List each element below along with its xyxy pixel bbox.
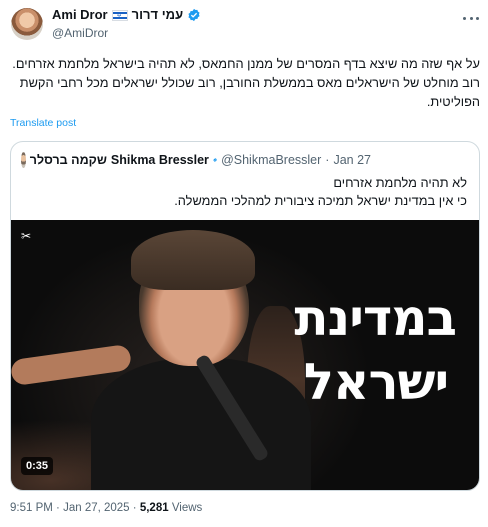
author-name-hebrew[interactable]: עמי דרור xyxy=(132,7,183,23)
quoted-text-line2: כי אין במדינת ישראל תמיכה ציבורית למהלכי… xyxy=(174,193,467,208)
video-player[interactable]: ✂ במדינת ישראל 0:35 xyxy=(11,220,479,490)
overlay-line1: במדינת xyxy=(294,289,457,347)
quoted-tweet-header: שקמה ברסלר Shikma Bressler @ShikmaBressl… xyxy=(21,151,371,169)
footer-separator: · xyxy=(56,502,60,514)
views-label: Views xyxy=(171,502,203,514)
translate-post-link[interactable]: Translate post xyxy=(10,117,76,129)
author-name[interactable]: Ami Dror xyxy=(52,7,108,23)
overlay-line2: ישראל xyxy=(303,353,449,411)
author-handle[interactable]: @AmiDror xyxy=(52,25,432,41)
quoted-date[interactable]: Jan 27 xyxy=(333,153,371,167)
tweet-date[interactable]: Jan 27, 2025 xyxy=(63,502,130,514)
israel-flag-icon: ✡ xyxy=(111,9,128,21)
quoted-author-handle[interactable]: @ShikmaBressler xyxy=(221,153,321,167)
author-info: Ami Dror ✡ עמי דרור @AmiDror xyxy=(52,7,432,41)
author-name-line[interactable]: Ami Dror ✡ עמי דרור xyxy=(52,7,432,23)
video-overlay-text: במדינת ישראל xyxy=(294,286,457,414)
video-duration: 0:35 xyxy=(21,457,54,475)
quoted-tweet-text: לא תהיה מלחמת אזרחים כי אין במדינת ישראל… xyxy=(23,174,467,210)
tweet: Ami Dror ✡ עמי דרור @AmiDror על אף שזה מ… xyxy=(0,0,488,527)
video-figure-hair xyxy=(131,230,255,290)
tweet-time[interactable]: 9:51 PM xyxy=(10,502,53,514)
tweet-footer: 9:51 PM · Jan 27, 2025 · 5,281 Views xyxy=(10,502,202,514)
verified-badge-icon xyxy=(213,158,217,162)
quoted-text-line1: לא תהיה מלחמת אזרחים xyxy=(333,175,467,190)
quoted-author-name-hebrew[interactable]: שקמה ברסלר xyxy=(30,153,107,167)
footer-separator: · xyxy=(132,502,137,514)
video-figure-body xyxy=(91,358,311,490)
more-icon[interactable] xyxy=(463,11,479,25)
views-count: 5,281 xyxy=(139,502,169,514)
quoted-author-avatar[interactable] xyxy=(21,152,26,168)
capcut-icon: ✂ xyxy=(21,229,32,243)
quoted-author-name[interactable]: Shikma Bressler xyxy=(111,153,209,167)
author-avatar[interactable] xyxy=(11,8,43,40)
quoted-tweet[interactable]: שקמה ברסלר Shikma Bressler @ShikmaBressl… xyxy=(10,141,480,491)
verified-badge-icon xyxy=(188,8,200,22)
quoted-separator: · xyxy=(325,153,330,167)
tweet-text: על אף שזה מה שיצא בדף המסרים של ממנן החמ… xyxy=(12,56,480,109)
